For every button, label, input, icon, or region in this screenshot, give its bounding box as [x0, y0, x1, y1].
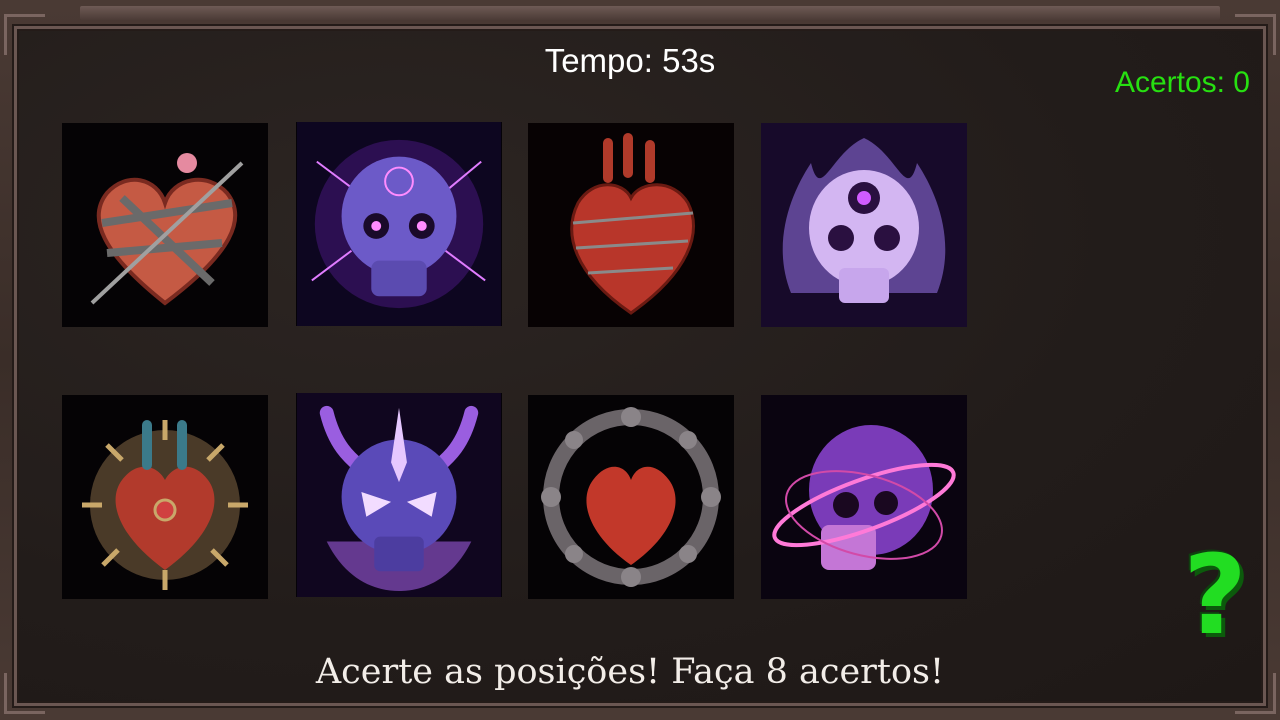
- purple-skull-lightning-icon: [297, 122, 501, 326]
- horned-demon-skull-icon: [297, 393, 501, 597]
- card-5[interactable]: [62, 395, 268, 599]
- heart-wrapped-bandage-icon: [62, 123, 268, 327]
- timer-label: Tempo: 53s: [544, 42, 716, 79]
- card-2[interactable]: [296, 122, 502, 326]
- card-6[interactable]: [296, 393, 502, 597]
- mechanical-spiked-heart-icon: [62, 395, 268, 599]
- card-3[interactable]: [528, 123, 734, 327]
- help-button[interactable]: ?: [1160, 540, 1270, 650]
- card-1[interactable]: [62, 123, 268, 327]
- frame-top-bar: [80, 6, 1220, 20]
- heart-in-rune-ring-icon: [528, 395, 734, 599]
- score-label: Acertos: 0: [1114, 66, 1250, 99]
- card-4[interactable]: [761, 123, 967, 327]
- anatomical-heart-barbed-wire-icon: [528, 123, 734, 327]
- pink-orbit-skull-icon: [761, 395, 967, 599]
- card-8[interactable]: [761, 395, 967, 599]
- instruction-text: Acerte as posições! Faça 8 acertos!: [315, 652, 945, 692]
- card-7[interactable]: [528, 395, 734, 599]
- flaming-skull-target-icon: [761, 123, 967, 327]
